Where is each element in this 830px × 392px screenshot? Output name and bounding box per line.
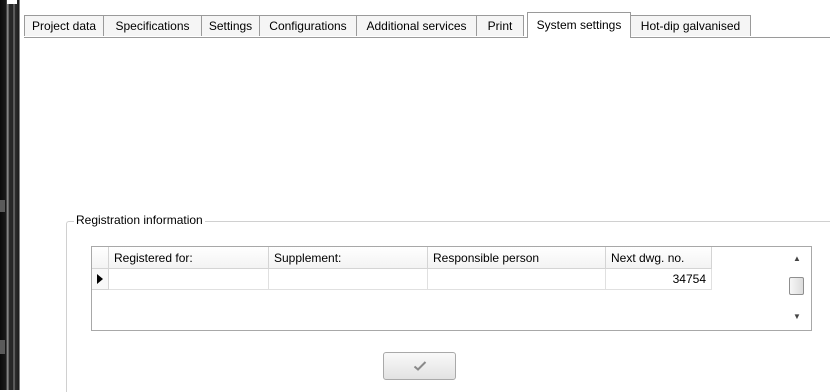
tab-additional-services[interactable]: Additional services <box>356 15 477 36</box>
registration-group-title: Registration information <box>74 212 205 228</box>
tab-hot-dip-galvanised[interactable]: Hot-dip galvanised <box>630 15 751 36</box>
column-header-registered-for[interactable]: Registered for: <box>109 247 269 269</box>
row-pointer-icon <box>97 274 103 284</box>
grid-vertical-scrollbar[interactable]: ▲ ▼ <box>783 247 811 330</box>
tab-project-data[interactable]: Project data <box>24 15 104 36</box>
row-header-corner <box>92 247 109 269</box>
checkmark-icon <box>413 361 426 371</box>
column-header-responsible-person[interactable]: Responsible person <box>428 247 606 269</box>
registration-grid[interactable]: Registered for: Supplement: Responsible … <box>91 246 812 331</box>
window-left-frame <box>0 0 20 390</box>
scrollbar-thumb[interactable] <box>789 277 804 295</box>
row-selector[interactable] <box>92 269 109 290</box>
cell-next-dwg-no[interactable]: 34754 <box>606 269 712 290</box>
table-row[interactable]: 34754 <box>92 269 712 290</box>
cell-supplement[interactable] <box>269 269 428 290</box>
column-header-supplement[interactable]: Supplement: <box>269 247 428 269</box>
tab-print[interactable]: Print <box>476 15 524 36</box>
arrow-up-icon[interactable]: ▲ <box>790 252 804 266</box>
tab-specifications[interactable]: Specifications <box>103 15 202 36</box>
tab-divider <box>24 37 830 38</box>
cell-responsible-person[interactable] <box>428 269 606 290</box>
tab-system-settings[interactable]: System settings <box>527 12 631 38</box>
arrow-down-icon[interactable]: ▼ <box>790 310 804 324</box>
cell-registered-for[interactable] <box>109 269 269 290</box>
column-header-next-dwg-no[interactable]: Next dwg. no. <box>606 247 712 269</box>
confirm-button[interactable] <box>383 352 456 380</box>
grid-header: Registered for: Supplement: Responsible … <box>92 247 712 269</box>
tab-settings[interactable]: Settings <box>201 15 260 36</box>
tab-strip: Project data Specifications Settings Con… <box>0 12 806 38</box>
tab-configurations[interactable]: Configurations <box>259 15 357 36</box>
